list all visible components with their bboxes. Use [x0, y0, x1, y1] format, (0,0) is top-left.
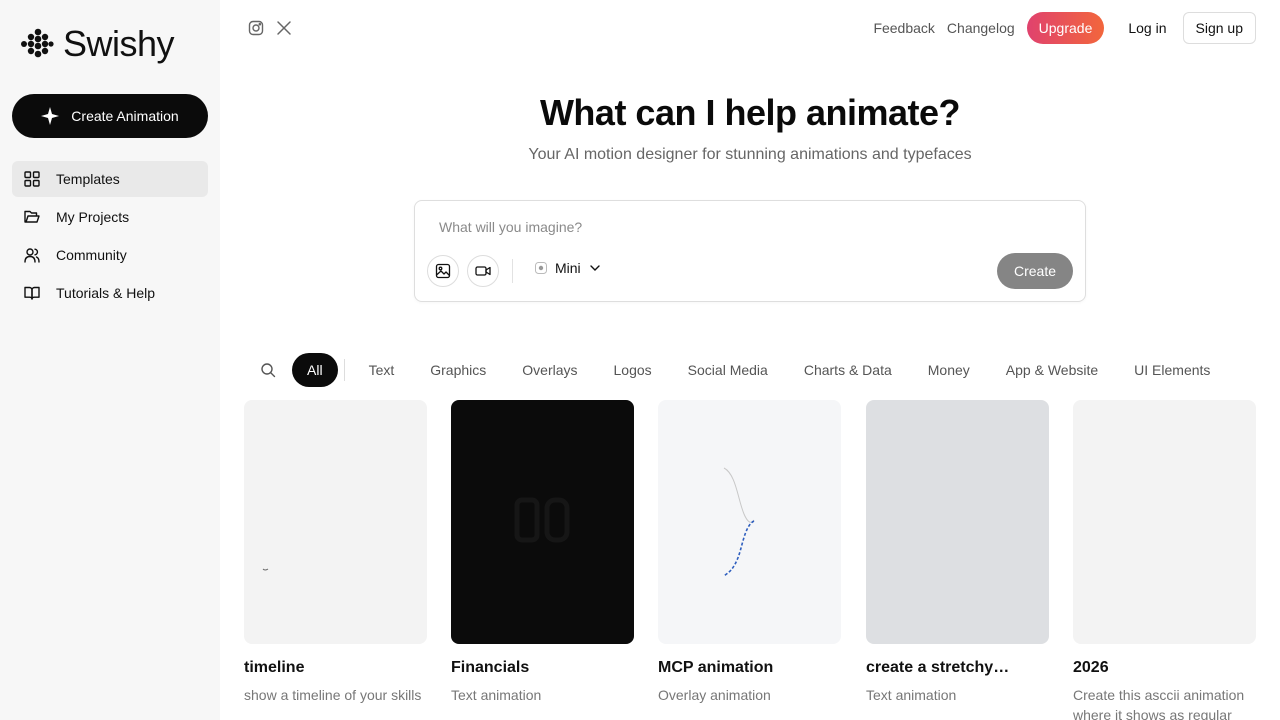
brand-name: Swishy [63, 23, 175, 64]
template-title: MCP animation [658, 659, 774, 676]
template-subtitle: show a timeline of your skills [244, 687, 422, 703]
mcp-preview [723, 467, 755, 577]
template-card[interactable]: 2026 Create this asccii animation where … [1073, 400, 1256, 720]
page-subtitle: Your AI motion designer for stunning ani… [528, 146, 972, 163]
template-card[interactable]: MCP animation Overlay animation [658, 400, 841, 705]
template-title: 2026 [1073, 659, 1109, 676]
template-subtitle: Create this asccii animation where it sh… [1073, 687, 1245, 720]
upgrade-button[interactable]: Upgrade [1026, 12, 1105, 44]
filter-chip[interactable]: Graphics [418, 353, 498, 387]
sidebar-nav: Templates My Projects Community Tutorial… [12, 161, 208, 313]
template-thumbnail [866, 400, 1049, 644]
timeline-preview [262, 568, 269, 571]
sidebar-item-community[interactable]: Community [12, 237, 208, 273]
login-button[interactable]: Log in [1116, 12, 1178, 44]
instagram-icon[interactable] [248, 20, 264, 36]
template-title: Financials [451, 659, 530, 676]
template-subtitle: Overlay animation [658, 687, 771, 703]
model-selector[interactable]: Mini [535, 260, 601, 276]
prompt-input[interactable] [439, 219, 1039, 235]
attach-video-button[interactable] [467, 255, 499, 287]
changelog-link[interactable]: Changelog [947, 20, 1015, 36]
filter-divider [343, 359, 345, 381]
prompt-box: Mini Create [414, 200, 1086, 302]
sidebar-item-tutorials-help[interactable]: Tutorials & Help [12, 275, 208, 311]
book-icon [24, 285, 40, 301]
grid-icon [24, 171, 40, 187]
sidebar-item-my-projects[interactable]: My Projects [12, 199, 208, 235]
image-icon [435, 263, 451, 279]
top-nav: Feedback Changelog Upgrade Log in Sign u… [873, 12, 1256, 44]
filter-chip[interactable]: Overlays [510, 353, 589, 387]
template-thumbnail [244, 400, 427, 644]
signup-button[interactable]: Sign up [1182, 12, 1256, 44]
model-label: Mini [555, 260, 581, 276]
filter-chip[interactable]: Charts & Data [792, 353, 904, 387]
template-card[interactable]: create a stretchy… Text animation [866, 400, 1049, 705]
model-icon [535, 262, 547, 274]
sidebar-item-label: Templates [56, 171, 120, 187]
swishy-logo-icon [21, 28, 54, 58]
brand[interactable]: Swishy [20, 23, 175, 64]
folder-icon [24, 209, 40, 225]
template-thumbnail [658, 400, 841, 644]
create-button[interactable]: Create [997, 253, 1073, 289]
toolbar-divider [512, 259, 513, 283]
feedback-link[interactable]: Feedback [873, 20, 934, 36]
search-icon[interactable] [260, 362, 276, 378]
template-thumbnail [451, 400, 634, 644]
filter-chip[interactable]: Money [916, 353, 982, 387]
x-icon[interactable] [276, 20, 292, 36]
sidebar-item-label: Community [56, 247, 127, 263]
sidebar-item-templates[interactable]: Templates [12, 161, 208, 197]
category-filters: All Text Graphics Overlays Logos Social … [260, 353, 1234, 387]
sidebar-item-label: Tutorials & Help [56, 285, 156, 301]
filter-chip[interactable]: UI Elements [1122, 353, 1222, 387]
template-thumbnail [1073, 400, 1256, 644]
financials-preview [514, 497, 570, 543]
template-subtitle: Text animation [866, 687, 957, 703]
template-card[interactable]: timeline show a timeline of your skills [244, 400, 427, 705]
sparkle-icon [41, 107, 60, 125]
chevron-down-icon [589, 265, 600, 271]
template-title: timeline [244, 659, 305, 676]
filter-chip[interactable]: Text [357, 353, 407, 387]
filter-chip[interactable]: Social Media [676, 353, 780, 387]
filter-chip[interactable]: Logos [602, 353, 664, 387]
social-links [248, 20, 292, 36]
page-title: What can I help animate? [539, 92, 961, 133]
users-icon [24, 247, 40, 263]
template-subtitle: Text animation [451, 687, 542, 703]
video-icon [475, 266, 491, 276]
attach-image-button[interactable] [427, 255, 459, 287]
sidebar: Swishy Create Animation Templates My Pro… [0, 0, 220, 720]
create-animation-label: Create Animation [71, 108, 179, 124]
filter-chip[interactable]: App & Website [994, 353, 1110, 387]
template-card[interactable]: Financials Text animation [451, 400, 634, 705]
create-animation-button[interactable]: Create Animation [12, 94, 208, 138]
sidebar-item-label: My Projects [56, 209, 130, 225]
template-title: create a stretchy… [866, 659, 1010, 676]
filter-chip-all[interactable]: All [292, 353, 338, 387]
